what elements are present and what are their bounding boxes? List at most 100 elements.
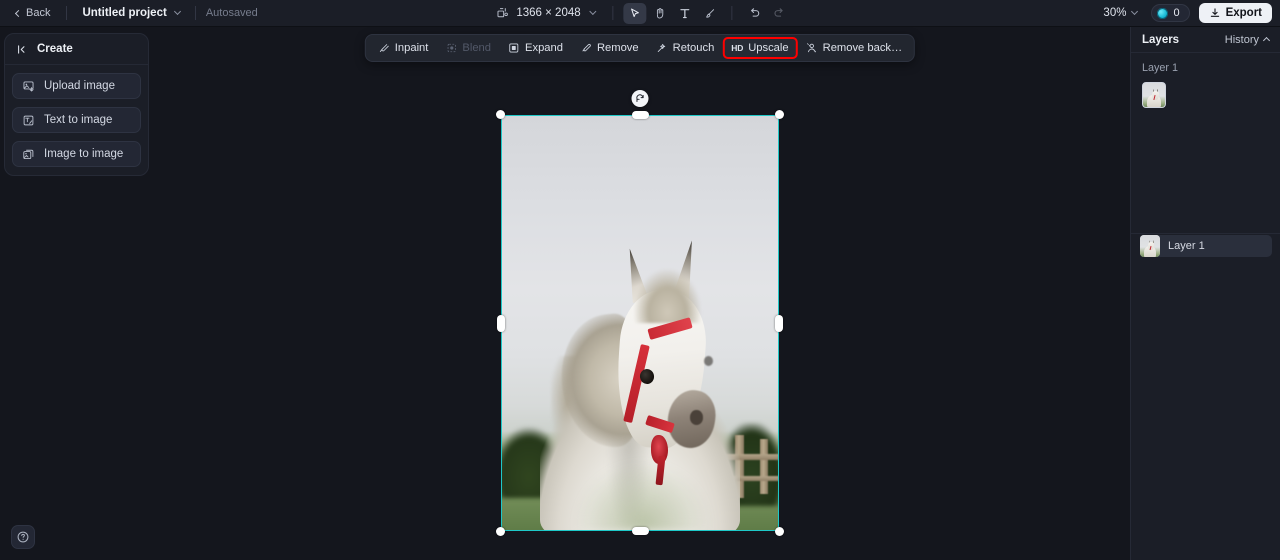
zoom-dropdown[interactable]: 30% (1098, 4, 1142, 22)
resize-handle-top-center[interactable] (631, 111, 649, 119)
image-selection[interactable] (496, 90, 784, 536)
export-button[interactable]: Export (1198, 3, 1272, 23)
upload-image-button[interactable]: Upload image (12, 73, 141, 99)
layer-name-label: Layer 1 (1168, 240, 1205, 252)
remove-button[interactable]: Remove (572, 38, 647, 58)
resize-handle-top-left[interactable] (496, 110, 505, 119)
resize-handle-bottom-center[interactable] (631, 527, 649, 535)
header-divider-1 (66, 6, 68, 20)
canvas-size-label: 1366 × 2048 (516, 7, 581, 19)
horse-forelock (634, 268, 702, 323)
history-thumbnail-image (1143, 83, 1165, 107)
text-tool-button[interactable] (674, 3, 697, 24)
retouch-icon (657, 43, 666, 53)
sidebar-collapse-header[interactable]: Create (5, 34, 148, 65)
resize-handle-middle-left[interactable] (497, 314, 505, 332)
text-to-image-button[interactable]: Text to image (12, 107, 141, 133)
layers-panel: Layers History Layer 1 Layer 1 (1130, 27, 1280, 560)
chevron-down-icon (173, 7, 181, 16)
layer-thumbnail (1140, 235, 1160, 257)
canvas-size-dropdown[interactable]: 1366 × 2048 (489, 4, 602, 23)
blend-label: Blend (462, 42, 492, 54)
retouch-button[interactable]: Retouch (648, 38, 723, 58)
autosave-status: Autosaved (205, 7, 258, 19)
redo-button[interactable] (768, 3, 791, 24)
hand-icon (657, 7, 664, 19)
header-right-group: 30% 0 Export (1098, 3, 1272, 23)
history-entry-label: Layer 1 (1142, 62, 1179, 74)
history-tool-group (743, 3, 791, 24)
sidebar-title: Create (37, 43, 73, 55)
upscale-button[interactable]: HD Upscale (722, 37, 798, 59)
project-name-dropdown[interactable]: Untitled project (77, 4, 184, 22)
credit-token-icon (1157, 7, 1169, 19)
undo-button[interactable] (743, 3, 766, 24)
download-icon (1210, 8, 1219, 17)
help-button[interactable] (11, 525, 35, 549)
resize-handle-bottom-left[interactable] (496, 527, 505, 536)
remove-background-icon (806, 43, 817, 53)
inpaint-icon (379, 44, 389, 52)
chevron-left-icon (14, 9, 23, 17)
horse-chest-grass-tint (573, 460, 713, 531)
rotate-handle[interactable] (631, 90, 649, 107)
remove-background-label: Remove back… (822, 42, 903, 54)
resize-handle-middle-right[interactable] (775, 314, 783, 332)
back-button-label: Back (26, 7, 51, 19)
hd-icon: HD (731, 43, 744, 53)
resize-handle-bottom-right[interactable] (775, 527, 784, 536)
image-to-image-button[interactable]: Image to image (12, 141, 141, 167)
header-divider-4 (731, 6, 733, 20)
canvas-resize-icon (497, 7, 508, 17)
brush-icon (706, 8, 715, 18)
blend-button[interactable]: Blend (437, 38, 499, 58)
layer-list-item[interactable]: Layer 1 (1140, 235, 1272, 257)
rotate-icon (636, 94, 644, 102)
remove-label: Remove (596, 42, 639, 54)
context-toolbar: Inpaint Blend Expand Remove Retouch HD U… (364, 34, 916, 62)
back-button[interactable]: Back (10, 4, 56, 22)
upload-image-label: Upload image (44, 80, 115, 92)
project-name-label: Untitled project (82, 7, 167, 19)
hand-tool-button[interactable] (649, 3, 672, 24)
cursor-icon (631, 8, 640, 17)
history-section: Layer 1 (1131, 53, 1280, 108)
create-sidebar: Create Upload image Text to image Image … (4, 33, 149, 176)
header-center-group: 1366 × 2048 (489, 2, 791, 24)
collapse-panel-icon (18, 44, 25, 54)
horse-eye-right (703, 356, 713, 367)
horse-nostril (690, 410, 703, 425)
history-thumbnail[interactable] (1142, 82, 1166, 108)
remove-icon (582, 43, 592, 52)
upload-image-icon (23, 80, 34, 92)
export-button-label: Export (1225, 7, 1262, 19)
undo-icon (750, 8, 760, 17)
canvas-image[interactable] (501, 115, 779, 531)
brush-tool-button[interactable] (699, 3, 722, 24)
credits-count-label: 0 (1173, 7, 1180, 19)
tool-group (623, 2, 722, 24)
zoom-level-label: 30% (1103, 7, 1127, 19)
sidebar-actions: Upload image Text to image Image to imag… (5, 65, 148, 167)
inpaint-label: Inpaint (394, 42, 429, 54)
text-to-image-icon (23, 115, 34, 125)
resize-handle-top-right[interactable] (775, 110, 784, 119)
history-toggle[interactable]: History (1224, 33, 1271, 46)
remove-background-button[interactable]: Remove back… (798, 38, 911, 58)
retouch-label: Retouch (672, 42, 715, 54)
zoom-chevron-down-icon (1131, 7, 1139, 16)
text-icon (680, 8, 690, 18)
chevron-up-icon (1262, 36, 1271, 45)
canvas-size-chevron-down-icon (589, 7, 597, 16)
select-tool-button[interactable] (623, 2, 647, 24)
history-label: History (1224, 33, 1259, 46)
header-divider-2 (194, 6, 196, 20)
credits-badge[interactable]: 0 (1151, 4, 1190, 22)
inpaint-button[interactable]: Inpaint (370, 38, 437, 58)
layer-thumbnail-image (1140, 235, 1160, 257)
redo-icon (774, 8, 783, 17)
upscale-label: Upscale (748, 42, 789, 54)
expand-button[interactable]: Expand (500, 38, 571, 58)
layers-panel-divider (1131, 233, 1280, 234)
canvas-area[interactable] (0, 27, 1280, 560)
